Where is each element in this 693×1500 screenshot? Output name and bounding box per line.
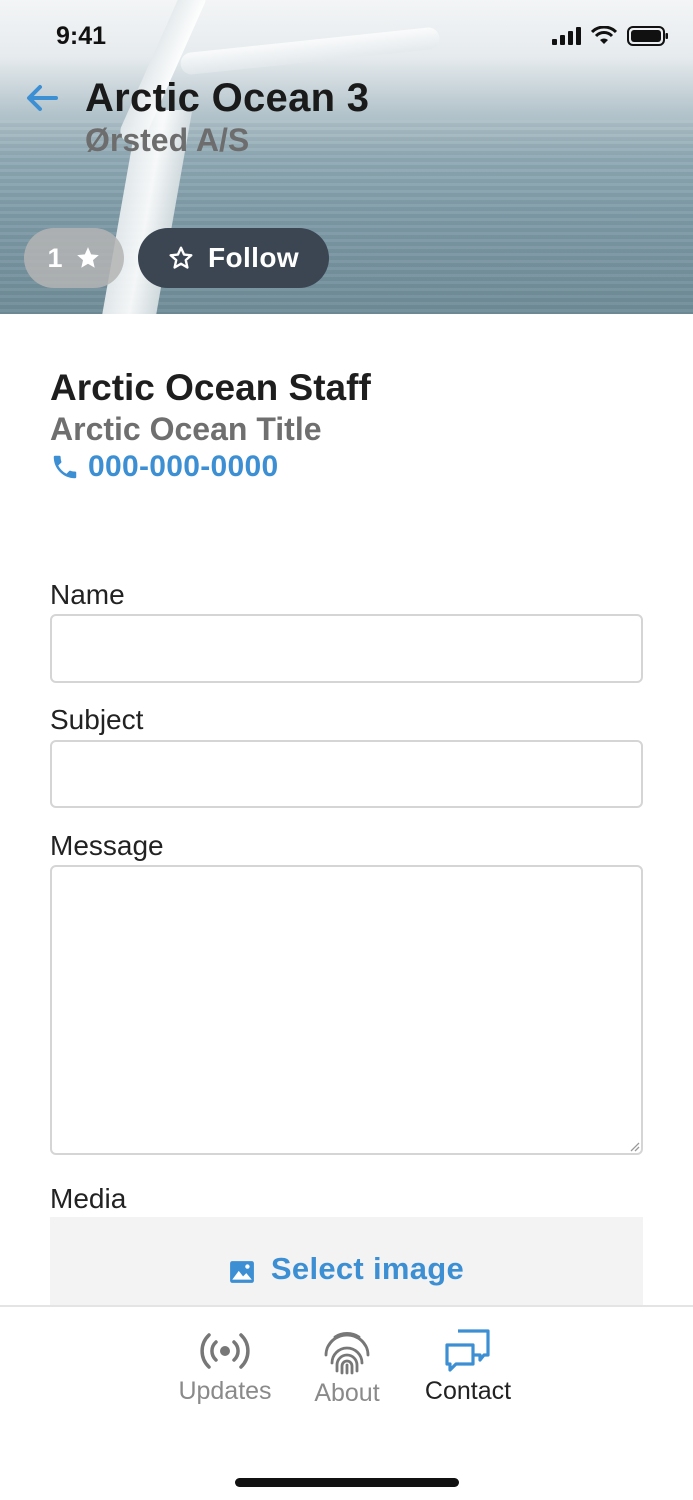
contact-title: Arctic Ocean Title <box>50 411 322 447</box>
broadcast-icon <box>200 1333 250 1369</box>
tab-label: About <box>314 1379 380 1407</box>
fingerprint-icon <box>324 1332 370 1375</box>
star-filled-icon <box>76 247 99 268</box>
message-textarea[interactable] <box>50 865 643 1155</box>
back-arrow-icon[interactable] <box>22 78 62 118</box>
select-image-label: Select image <box>270 1251 465 1286</box>
phone-icon <box>53 455 77 479</box>
tab-label: Updates <box>178 1377 272 1405</box>
cellular-signal-icon <box>552 27 581 45</box>
image-icon <box>230 1261 254 1283</box>
chat-icon <box>445 1329 490 1372</box>
message-label: Message <box>50 830 164 861</box>
page-subtitle: Ørsted A/S <box>85 122 250 158</box>
subject-input[interactable] <box>50 740 643 808</box>
status-icons <box>552 26 669 46</box>
media-label: Media <box>50 1183 127 1214</box>
contact-name: Arctic Ocean Staff <box>50 367 371 408</box>
wifi-icon <box>591 26 617 44</box>
follow-label: Follow <box>207 242 300 273</box>
name-input[interactable] <box>50 614 643 683</box>
page-title: Arctic Ocean 3 <box>85 76 370 120</box>
contact-phone-link[interactable]: 000-000-0000 <box>50 450 278 484</box>
tab-bar: Updates About Contact <box>0 1305 693 1500</box>
follower-count: 1 <box>47 242 63 273</box>
star-outline-icon <box>169 246 193 269</box>
home-indicator[interactable] <box>235 1478 459 1487</box>
tab-about[interactable]: About <box>282 1329 412 1408</box>
follow-button[interactable]: Follow <box>138 228 329 288</box>
battery-icon <box>627 26 668 46</box>
tab-updates[interactable]: Updates <box>160 1329 290 1406</box>
contact-phone-number: 000-000-0000 <box>88 450 279 483</box>
subject-label: Subject <box>50 704 144 735</box>
follower-count-badge: 1 <box>24 228 124 288</box>
name-label: Name <box>50 579 125 610</box>
status-time: 9:41 <box>56 22 107 50</box>
resize-grip-icon[interactable] <box>628 1140 640 1152</box>
select-image-button[interactable]: Select image <box>50 1217 643 1317</box>
status-bar: 9:41 <box>0 0 693 78</box>
tab-contact[interactable]: Contact <box>403 1329 533 1406</box>
tab-label: Contact <box>424 1377 512 1405</box>
